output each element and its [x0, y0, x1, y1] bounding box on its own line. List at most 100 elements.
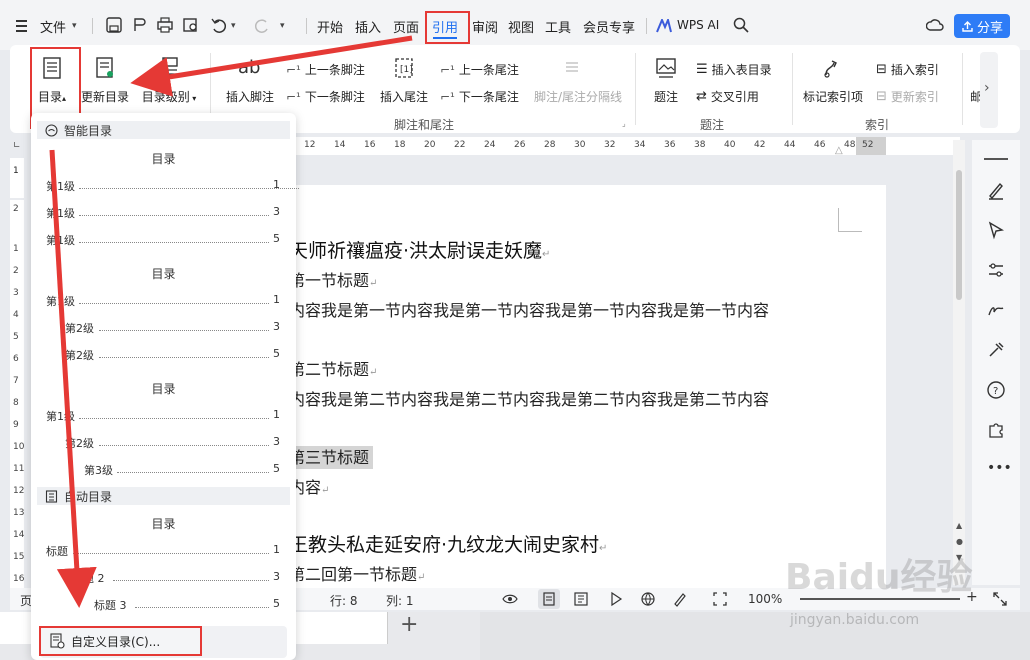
mark-index-label: 标记索引项: [802, 90, 863, 104]
ruler-tick: 16: [364, 140, 376, 150]
scroll-dot-icon[interactable]: ●: [956, 537, 963, 546]
tab-tools[interactable]: 工具: [545, 17, 571, 36]
menu-bar: 文件 ▾ ▾ ▾ 开始 插入 页面 审阅 视图 工具 会员专享 WPS AI 分…: [0, 0, 1030, 50]
ruler-tick: 1: [13, 166, 19, 176]
toc-entry-page: 1: [273, 408, 280, 421]
auto-toc-label: 自动目录: [64, 489, 113, 504]
wps-ai-button[interactable]: WPS AI: [677, 18, 719, 32]
ruler-tick: 36: [664, 140, 676, 150]
search-icon[interactable]: [732, 16, 750, 34]
tab-review[interactable]: 审阅: [472, 17, 498, 36]
prev-endnote-button[interactable]: ⌐¹ 上一条尾注: [440, 61, 519, 78]
page-view-button[interactable]: [538, 589, 560, 609]
eye-icon[interactable]: [502, 591, 518, 607]
wps-ai-icon[interactable]: [656, 19, 672, 33]
toc-entry-label: 第2级: [65, 322, 94, 335]
tab-insert[interactable]: 插入: [355, 17, 381, 36]
insert-table-of-figures-label: 插入表目录: [711, 63, 772, 77]
ruler-tick: 26: [514, 140, 526, 150]
web-view-icon[interactable]: [640, 591, 656, 607]
ribbon-scroll-right-button[interactable]: ›: [980, 52, 998, 128]
play-icon[interactable]: [608, 591, 624, 607]
custom-toc-icon: [50, 633, 65, 649]
chevron-down-icon[interactable]: ▾: [280, 21, 285, 31]
ruler-tick: 12: [304, 140, 316, 150]
extension-icon[interactable]: [986, 420, 1006, 440]
indent-marker-icon[interactable]: △: [835, 145, 843, 156]
toc-level-button[interactable]: 目录级别 ▾: [138, 45, 200, 107]
zoom-level[interactable]: 100%: [748, 592, 782, 606]
ruler-tick: 7: [13, 376, 19, 386]
next-footnote-button[interactable]: ⌐¹ 下一条脚注: [286, 88, 365, 105]
prev-endnote-label: 上一条尾注: [458, 63, 519, 77]
note-separator-button[interactable]: 脚注/尾注分隔线: [534, 88, 622, 105]
ruler-tick: 12: [13, 486, 25, 496]
select-cursor-icon[interactable]: [986, 220, 1006, 240]
doc-heading-2[interactable]: 第一节标题↵: [289, 267, 377, 291]
tab-references[interactable]: 引用: [432, 17, 458, 36]
help-icon[interactable]: ?: [986, 380, 1006, 400]
save-icon[interactable]: [105, 16, 123, 34]
doc-heading-1[interactable]: 天师祈禳瘟疫·洪太尉误走妖魔↵: [289, 236, 550, 263]
doc-paragraph[interactable]: 内容我是第二节内容我是第二节内容我是第二节内容我是第二节内容: [289, 386, 769, 410]
sliders-icon[interactable]: [986, 260, 1006, 280]
more-icon[interactable]: •••: [987, 460, 1012, 476]
next-endnote-button[interactable]: ⌐¹ 下一条尾注: [440, 88, 519, 105]
tab-home[interactable]: 开始: [317, 17, 343, 36]
redo-icon[interactable]: [253, 16, 271, 34]
pen-mode-icon[interactable]: [672, 591, 688, 607]
custom-toc-label: 自定义目录(C)...: [71, 634, 161, 649]
doc-heading-text: 第二回第一节标题: [289, 565, 418, 584]
custom-toc-button[interactable]: 自定义目录(C)...: [39, 626, 202, 656]
tab-page[interactable]: 页面: [393, 17, 419, 36]
tab-member[interactable]: 会员专享: [583, 17, 635, 36]
update-index-button[interactable]: ⊟ 更新索引: [876, 88, 939, 105]
tools-icon[interactable]: [986, 340, 1006, 360]
chevron-down-icon[interactable]: ▾: [231, 21, 236, 31]
update-toc-button[interactable]: 更新目录: [80, 45, 130, 107]
insert-table-of-figures-button[interactable]: ☰ 插入表目录: [696, 61, 772, 78]
prev-footnote-button[interactable]: ⌐¹ 上一条脚注: [286, 61, 365, 78]
page-corner-mark: [838, 208, 862, 232]
doc-heading-2[interactable]: 第二回第一节标题↵: [289, 561, 425, 585]
print-icon[interactable]: [156, 16, 174, 34]
insert-footnote-button[interactable]: ab 插入脚注: [222, 45, 278, 107]
tab-stop-icon[interactable]: ∟: [13, 141, 21, 151]
ruler-tick: 30: [574, 140, 586, 150]
insert-footnote-label: 插入脚注: [225, 90, 274, 104]
fullscreen-icon[interactable]: [992, 591, 1008, 607]
toc-entry-page: 5: [273, 347, 280, 360]
doc-heading-2[interactable]: 第二节标题↵: [289, 356, 377, 380]
signature-icon[interactable]: [986, 300, 1006, 320]
share-button[interactable]: 分享: [954, 14, 1010, 38]
export-pdf-icon[interactable]: [130, 16, 148, 34]
scrollbar-thumb[interactable]: [956, 170, 962, 300]
doc-heading-1[interactable]: 王教头私走延安府·九纹龙大闹史家村↵: [289, 530, 607, 557]
pen-icon[interactable]: [986, 180, 1006, 200]
baidu-watermark-url: jingyan.baidu.com: [790, 612, 920, 628]
outline-view-icon[interactable]: [573, 591, 589, 607]
fit-page-icon[interactable]: [712, 591, 728, 607]
doc-paragraph[interactable]: 内容我是第一节内容我是第一节内容我是第一节内容我是第一节内容: [289, 297, 769, 321]
new-tab-plus-icon[interactable]: +: [400, 612, 418, 637]
ruler-tick: 38: [694, 140, 706, 150]
toc-entry-label: 第1级: [46, 207, 75, 220]
undo-icon[interactable]: [210, 16, 228, 34]
collapse-panel-icon[interactable]: [984, 158, 1008, 160]
hamburger-icon[interactable]: [16, 20, 27, 35]
mark-index-button[interactable]: 标记索引项: [802, 45, 864, 107]
insert-index-button[interactable]: ⊟ 插入索引: [876, 61, 939, 78]
cross-reference-button[interactable]: ⇄ 交叉引用: [696, 88, 759, 105]
chevron-down-icon[interactable]: ▾: [72, 21, 77, 31]
print-preview-icon[interactable]: [182, 16, 200, 34]
caption-button[interactable]: 题注: [646, 45, 686, 107]
dialog-launcher-icon[interactable]: ⌟: [622, 119, 626, 128]
vertical-scrollbar[interactable]: [953, 140, 965, 585]
active-tab-underline: [433, 37, 457, 39]
insert-endnote-button[interactable]: [1] 插入尾注: [376, 45, 432, 107]
scroll-up-icon[interactable]: ▲: [956, 521, 962, 530]
tab-view[interactable]: 视图: [508, 17, 534, 36]
file-menu[interactable]: 文件: [40, 17, 66, 36]
cloud-icon[interactable]: [926, 16, 944, 34]
doc-heading-2[interactable]: 第三节标题: [289, 444, 374, 469]
